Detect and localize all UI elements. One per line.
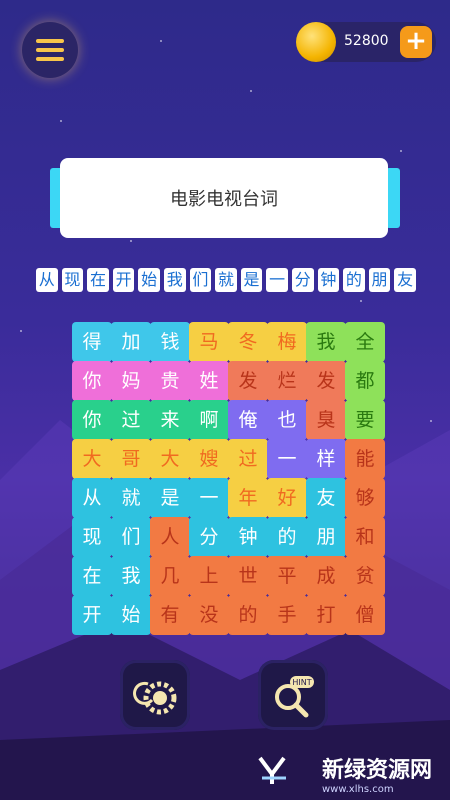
grid-letter[interactable]: 上 — [189, 556, 229, 596]
grid-letter[interactable]: 年 — [228, 478, 268, 518]
grid-letter[interactable]: 姓 — [189, 361, 229, 401]
grid-letter[interactable]: 梅 — [267, 322, 307, 362]
grid-letter[interactable]: 们 — [111, 517, 151, 557]
grid-letter[interactable]: 也 — [267, 400, 307, 440]
grid-letter[interactable]: 始 — [111, 595, 151, 635]
grid-letter[interactable]: 嫂 — [189, 439, 229, 479]
grid-letter[interactable]: 贵 — [150, 361, 190, 401]
hint-magnifier-icon: HINT — [275, 676, 314, 718]
grid-letter[interactable]: 过 — [228, 439, 268, 479]
grid-letter[interactable]: 友 — [306, 478, 346, 518]
grid-letter[interactable]: 大 — [150, 439, 190, 479]
grid-letter[interactable]: 的 — [228, 595, 268, 635]
grid-letter[interactable]: 钟 — [228, 517, 268, 557]
grid-letter[interactable]: 和 — [345, 517, 385, 557]
grid-letter[interactable]: 我 — [306, 322, 346, 362]
grid-letter[interactable]: 烂 — [267, 361, 307, 401]
grid-letter[interactable]: 现 — [72, 517, 112, 557]
grid-letter[interactable]: 啊 — [189, 400, 229, 440]
grid-letter[interactable]: 打 — [306, 595, 346, 635]
gear-bulb-icon — [133, 681, 177, 715]
svg-text:HINT: HINT — [292, 678, 311, 687]
grid-letter[interactable]: 分 — [189, 517, 229, 557]
grid-letter[interactable]: 臭 — [306, 400, 346, 440]
grid-letter[interactable]: 开 — [72, 595, 112, 635]
grid-letter[interactable]: 样 — [306, 439, 346, 479]
grid-letter[interactable]: 过 — [111, 400, 151, 440]
watermark: 新绿资源网 www.xlhs.com — [322, 752, 432, 795]
grid-letter[interactable]: 够 — [345, 478, 385, 518]
grid-letter[interactable]: 发 — [306, 361, 346, 401]
grid-letter[interactable]: 僧 — [345, 595, 385, 635]
grid-letter[interactable]: 在 — [72, 556, 112, 596]
grid-letter[interactable]: 一 — [189, 478, 229, 518]
grid-letter[interactable]: 是 — [150, 478, 190, 518]
word-grid: 得加钱马冬梅我全你妈贵姓发烂发都你过来啊俺也臭要大哥大嫂过一样能从就是一年好友够… — [0, 0, 450, 800]
grid-letter[interactable]: 冬 — [228, 322, 268, 362]
grid-letter[interactable]: 妈 — [111, 361, 151, 401]
watermark-title: 新绿资源网 — [321, 758, 432, 783]
grid-letter[interactable]: 好 — [267, 478, 307, 518]
grid-letter[interactable]: 大 — [72, 439, 112, 479]
grid-letter[interactable]: 我 — [111, 556, 151, 596]
grid-letter[interactable]: 发 — [228, 361, 268, 401]
grid-letter[interactable]: 能 — [345, 439, 385, 479]
grid-letter[interactable]: 有 — [150, 595, 190, 635]
grid-letter[interactable]: 朋 — [306, 517, 346, 557]
grid-letter[interactable]: 没 — [189, 595, 229, 635]
grid-letter[interactable]: 钱 — [150, 322, 190, 362]
grid-letter[interactable]: 你 — [72, 361, 112, 401]
grid-letter[interactable]: 加 — [111, 322, 151, 362]
grid-letter[interactable]: 平 — [267, 556, 307, 596]
grid-letter[interactable]: 就 — [111, 478, 151, 518]
grid-letter[interactable]: 俺 — [228, 400, 268, 440]
hint-button[interactable]: HINT — [258, 660, 328, 730]
grid-letter[interactable]: 贫 — [345, 556, 385, 596]
grid-letter[interactable]: 手 — [267, 595, 307, 635]
grid-letter[interactable]: 哥 — [111, 439, 151, 479]
watermark-logo-icon — [258, 756, 286, 784]
grid-letter[interactable]: 马 — [189, 322, 229, 362]
grid-letter[interactable]: 成 — [306, 556, 346, 596]
grid-letter[interactable]: 人 — [150, 517, 190, 557]
grid-letter[interactable]: 你 — [72, 400, 112, 440]
grid-letter[interactable]: 来 — [150, 400, 190, 440]
grid-letter[interactable]: 全 — [345, 322, 385, 362]
grid-letter[interactable]: 都 — [345, 361, 385, 401]
grid-letter[interactable]: 几 — [150, 556, 190, 596]
grid-letter[interactable]: 要 — [345, 400, 385, 440]
grid-letter[interactable]: 世 — [228, 556, 268, 596]
grid-letter[interactable]: 从 — [72, 478, 112, 518]
watermark-url: www.xlhs.com — [321, 784, 394, 795]
grid-letter[interactable]: 的 — [267, 517, 307, 557]
grid-letter[interactable]: 一 — [267, 439, 307, 479]
bulb-gear-button[interactable] — [120, 660, 190, 730]
grid-letter[interactable]: 得 — [72, 322, 112, 362]
